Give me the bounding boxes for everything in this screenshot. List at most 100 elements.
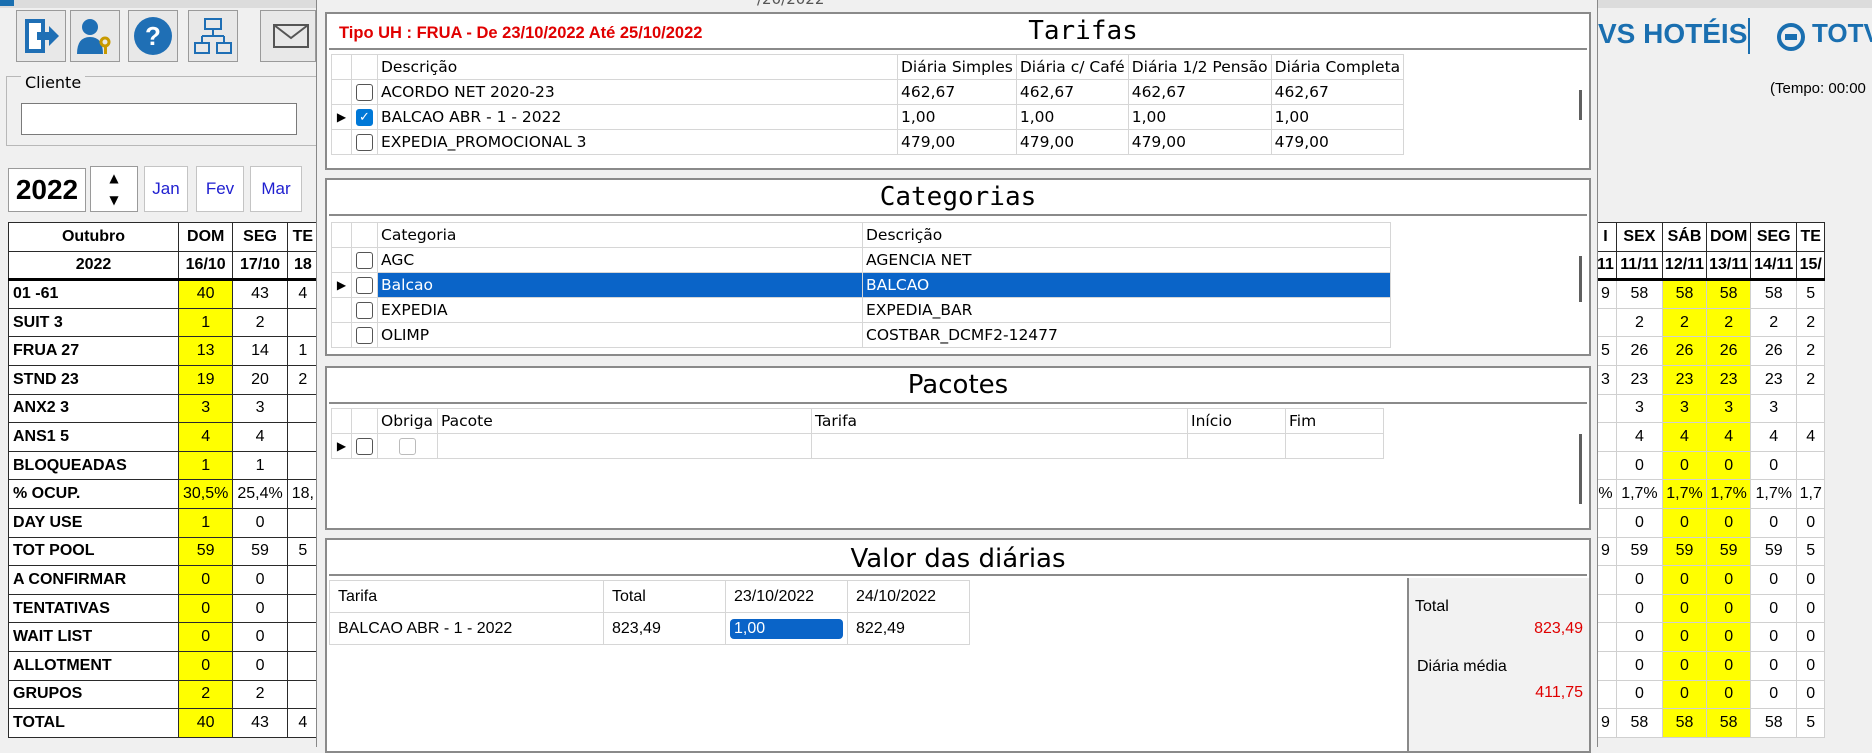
grid-cell[interactable]: 3: [1706, 393, 1752, 424]
grid-cell[interactable]: 0: [1706, 622, 1752, 652]
tarifa-cell[interactable]: 479,00: [1270, 129, 1405, 155]
tarifas-scrollbar[interactable]: [1579, 90, 1582, 120]
grid-cell[interactable]: 58: [1615, 279, 1663, 309]
categoria-cell[interactable]: BALCAO: [862, 272, 1391, 298]
grid-cell[interactable]: 58: [1706, 279, 1752, 309]
grid-cell[interactable]: [286, 393, 320, 424]
year-spinner[interactable]: ▲ ▼: [90, 166, 138, 212]
grid-cell[interactable]: 3: [1661, 393, 1708, 424]
grid-cell[interactable]: 0: [232, 622, 288, 652]
tarifa-checkbox[interactable]: ✓: [356, 109, 373, 126]
grid-cell[interactable]: 40: [177, 279, 234, 309]
grid-cell[interactable]: 0: [1796, 507, 1826, 538]
grid-cell[interactable]: 0: [1706, 507, 1752, 538]
categoria-row[interactable]: EXPEDIA EXPEDIA_BAR: [331, 297, 1391, 323]
grid-cell[interactable]: 1,7: [1796, 479, 1826, 509]
grid-cell[interactable]: [286, 622, 320, 652]
grid-cell[interactable]: [1796, 450, 1826, 481]
pacote-obriga-checkbox[interactable]: [399, 438, 416, 455]
grid-cell[interactable]: [286, 565, 320, 595]
grid-cell[interactable]: 26: [1661, 336, 1708, 366]
col-descricao[interactable]: Descrição: [377, 54, 898, 80]
grid-cell[interactable]: 5: [286, 536, 320, 567]
col-pacote[interactable]: Pacote: [437, 408, 812, 434]
grid-cell[interactable]: 20: [232, 364, 288, 395]
grid-cell[interactable]: 59: [1706, 536, 1752, 567]
grid-cell[interactable]: 0: [1615, 565, 1663, 595]
grid-cell[interactable]: 58: [1615, 708, 1663, 738]
grid-cell[interactable]: 3: [1750, 393, 1798, 424]
grid-cell[interactable]: 4: [232, 422, 288, 452]
chevron-down-icon[interactable]: ▼: [91, 189, 137, 211]
date-header[interactable]: 15/: [1796, 250, 1826, 282]
grid-cell[interactable]: 0: [1706, 650, 1752, 681]
grid-cell[interactable]: 5: [1796, 536, 1826, 567]
tarifa-row[interactable]: ▶ ✓ BALCAO ABR - 1 - 2022 1,00 1,00 1,00 1,00: [331, 104, 1405, 130]
grid-cell[interactable]: 26: [1750, 336, 1798, 366]
grid-cell[interactable]: 1,7%: [1706, 479, 1752, 509]
cliente-input[interactable]: [21, 103, 297, 135]
grid-cell[interactable]: 26: [1706, 336, 1752, 366]
grid-cell[interactable]: 2: [1796, 336, 1826, 366]
grid-cell[interactable]: 58: [1750, 708, 1798, 738]
day-of-week-header[interactable]: SÁB: [1661, 222, 1708, 252]
categorias-scrollbar[interactable]: [1579, 256, 1582, 302]
grid-cell[interactable]: 43: [232, 279, 288, 309]
col-pacote-tarifa[interactable]: Tarifa: [811, 408, 1188, 434]
day-of-week-header[interactable]: SEX: [1615, 222, 1663, 252]
grid-cell[interactable]: 23: [1615, 364, 1663, 395]
tarifa-row[interactable]: EXPEDIA_PROMOCIONAL 3 479,00 479,00 479,00 4…: [331, 129, 1405, 155]
grid-cell[interactable]: 23: [1750, 364, 1798, 395]
categoria-checkbox[interactable]: [356, 252, 373, 269]
grid-cell[interactable]: 18,: [286, 479, 320, 509]
grid-cell[interactable]: 58: [1750, 279, 1798, 309]
pacote-row-checkbox[interactable]: [356, 438, 373, 455]
mail-button[interactable]: [260, 10, 316, 62]
grid-cell[interactable]: 4: [1615, 422, 1663, 452]
col-diaria-completa[interactable]: Diária Completa: [1270, 54, 1405, 80]
col-diaria-simples[interactable]: Diária Simples: [897, 54, 1017, 80]
pacote-inicio-cell[interactable]: [1187, 433, 1286, 459]
tarifa-cell[interactable]: 1,00: [1270, 104, 1405, 130]
tarifa-cell[interactable]: 1,00: [1127, 104, 1272, 130]
grid-cell[interactable]: 0: [1661, 565, 1708, 595]
grid-cell[interactable]: 3: [1615, 393, 1663, 424]
col-obriga[interactable]: Obriga: [377, 408, 438, 434]
grid-cell[interactable]: 0: [1615, 622, 1663, 652]
tarifa-cell[interactable]: 462,67: [897, 79, 1017, 105]
grid-cell[interactable]: 0: [232, 507, 288, 538]
grid-cell[interactable]: 1: [177, 307, 234, 338]
month-button-mar[interactable]: Mar: [250, 166, 302, 212]
grid-cell[interactable]: 13: [177, 336, 234, 366]
grid-cell[interactable]: 0: [1706, 679, 1752, 710]
grid-cell[interactable]: 0: [177, 565, 234, 595]
grid-cell[interactable]: [286, 593, 320, 624]
help-button[interactable]: ?: [128, 10, 178, 62]
grid-cell[interactable]: 0: [1706, 565, 1752, 595]
grid-cell[interactable]: 0: [1661, 507, 1708, 538]
categoria-cell[interactable]: EXPEDIA_BAR: [862, 297, 1391, 323]
grid-cell[interactable]: [286, 650, 320, 681]
grid-cell[interactable]: 1,7%: [1750, 479, 1798, 509]
grid-cell[interactable]: 43: [232, 708, 288, 738]
grid-cell[interactable]: 0: [1750, 622, 1798, 652]
grid-cell[interactable]: 4: [1706, 422, 1752, 452]
grid-cell[interactable]: 0: [177, 650, 234, 681]
grid-cell[interactable]: 0: [1750, 593, 1798, 624]
pacotes-new-row[interactable]: ▶: [331, 433, 1384, 459]
grid-cell[interactable]: 25,4%: [232, 479, 288, 509]
grid-cell[interactable]: 0: [177, 622, 234, 652]
date-header[interactable]: 14/11: [1750, 250, 1798, 282]
grid-cell[interactable]: 23: [1706, 364, 1752, 395]
day-of-week-header[interactable]: SEG: [232, 222, 288, 252]
grid-cell[interactable]: 40: [177, 708, 234, 738]
grid-cell[interactable]: 1: [177, 507, 234, 538]
categoria-cell[interactable]: Balcao: [377, 272, 863, 298]
grid-cell[interactable]: 0: [1750, 565, 1798, 595]
categoria-cell[interactable]: AGENCIA NET: [862, 247, 1391, 273]
tarifa-cell[interactable]: 462,67: [1127, 79, 1272, 105]
day-of-week-header[interactable]: DOM: [177, 222, 234, 252]
grid-cell[interactable]: 5: [1796, 279, 1826, 309]
grid-cell[interactable]: 1: [232, 450, 288, 481]
grid-cell[interactable]: 1,7%: [1661, 479, 1708, 509]
